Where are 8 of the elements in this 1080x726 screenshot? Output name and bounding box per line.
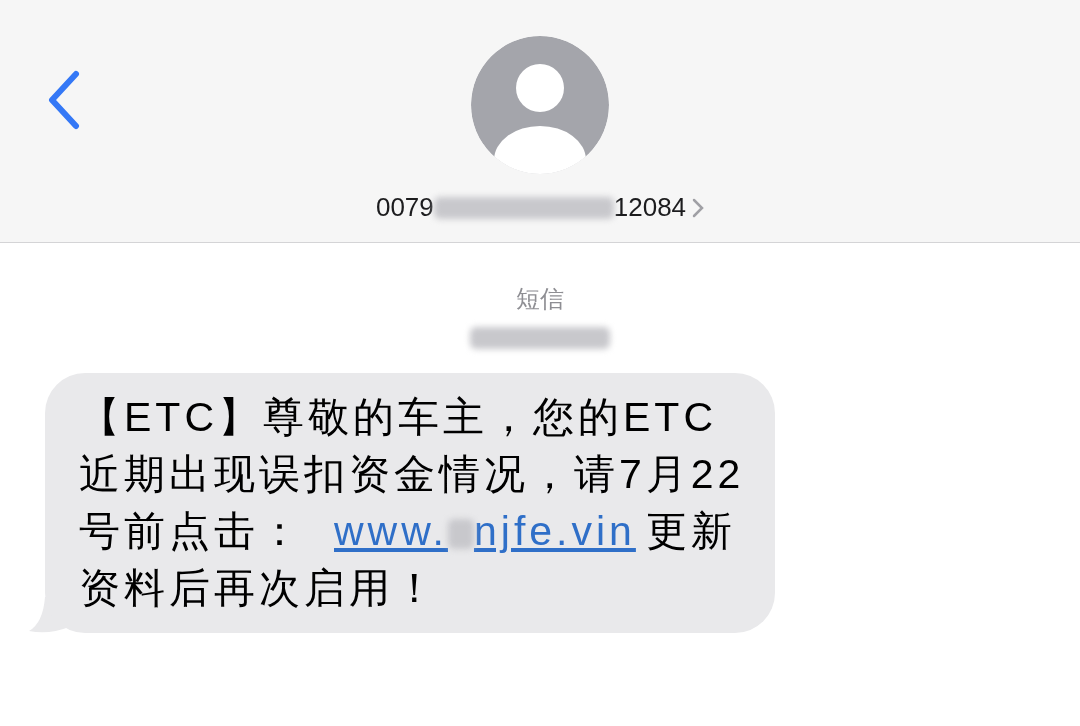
message-link[interactable]: www. njfe.vin [334,508,636,554]
service-label: 短信 [516,284,564,314]
avatar-icon[interactable] [471,36,609,174]
contact-number[interactable]: 12084 [613,188,687,227]
contact-number[interactable]: 0079 [375,188,434,227]
message-text: 【ETC】尊敬的车主，您的ETC近期出现误扣资金情况，请7月22号前点击： www. njfe.vin 更新资料后再次启用！ [79,393,746,613]
chevron-right-icon[interactable] [692,197,705,218]
back-icon[interactable] [46,70,82,130]
